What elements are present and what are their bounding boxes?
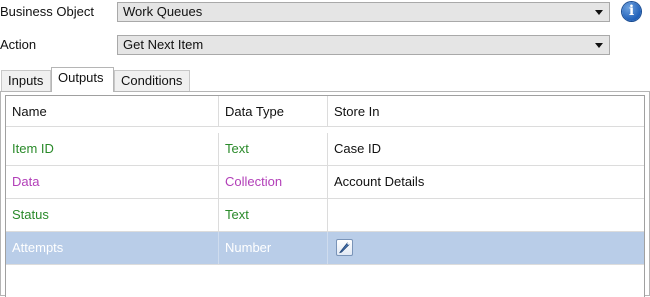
column-header-store-in[interactable]: Store In [328,96,644,127]
row-data-type: Collection [219,166,328,198]
action-label: Action [0,37,37,52]
chevron-down-icon[interactable] [595,43,603,48]
row-store-in[interactable] [328,232,644,264]
table-row[interactable]: Item ID Text Case ID [6,133,644,166]
row-name: Item ID [6,133,219,165]
action-dropdown[interactable]: Get Next Item [117,35,610,55]
tab-conditions[interactable]: Conditions [114,70,190,91]
edit-icon[interactable] [336,239,353,256]
tab-strip: Inputs Outputs Conditions [0,67,650,92]
grid-header: Name Data Type Store In [6,96,644,127]
tab-inputs[interactable]: Inputs [1,70,51,91]
outputs-panel: Name Data Type Store In Item ID Text Cas… [0,91,650,297]
action-value: Get Next Item [123,37,204,52]
business-object-value: Work Queues [123,4,203,19]
row-name: Status [6,199,219,231]
tab-outputs[interactable]: Outputs [51,67,114,92]
business-object-dropdown[interactable]: Work Queues [117,2,610,22]
table-row[interactable]: Status Text [6,199,644,232]
table-row-selected[interactable]: Attempts Number [6,232,644,265]
column-header-name[interactable]: Name [6,96,219,127]
business-object-label: Business Object [0,4,94,19]
row-store-in[interactable]: Case ID [328,133,644,165]
row-data-type: Number [219,232,328,264]
row-name: Data [6,166,219,198]
info-icon[interactable]: i [622,2,641,21]
row-data-type: Text [219,199,328,231]
row-data-type: Text [219,133,328,165]
chevron-down-icon[interactable] [595,10,603,15]
row-store-in[interactable] [328,199,644,231]
row-name: Attempts [6,232,219,264]
column-header-data-type[interactable]: Data Type [219,96,328,127]
table-row[interactable]: Data Collection Account Details [6,166,644,199]
row-store-in[interactable]: Account Details [328,166,644,198]
outputs-grid: Name Data Type Store In Item ID Text Cas… [5,95,645,297]
